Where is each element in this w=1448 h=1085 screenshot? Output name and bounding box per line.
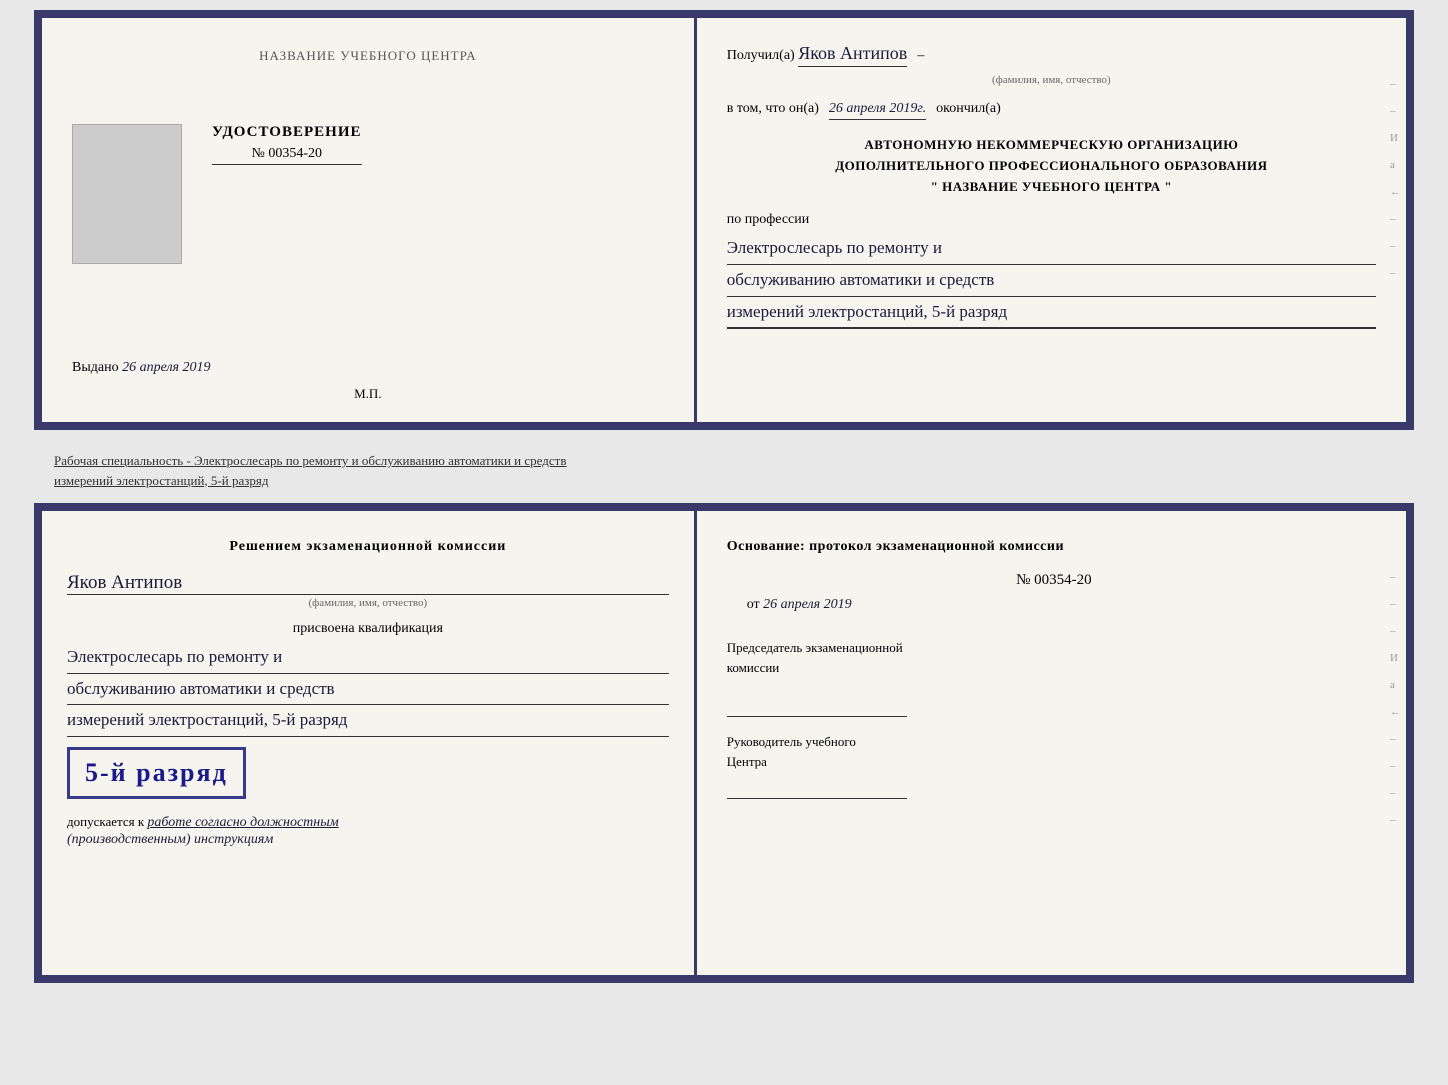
photo-placeholder (72, 124, 182, 264)
bmark6: ← (1390, 706, 1401, 718)
bottom-prof-line1: Электрослесарь по ремонту и (67, 642, 669, 674)
bmark10: – (1390, 814, 1401, 826)
number-label: № 00354-20 (1016, 572, 1092, 588)
bmark7: – (1390, 733, 1401, 745)
predsedatel-line1: Председатель экзаменационной (727, 640, 903, 655)
bmark5: а (1390, 679, 1401, 691)
udostoverenie-number: № 00354-20 (212, 146, 362, 165)
bottom-prof-line2: обслуживанию автоматики и средств (67, 674, 669, 706)
school-name-top: НАЗВАНИЕ УЧЕБНОГО ЦЕНТРА (259, 48, 476, 64)
separator-text2: измерений электростанций, 5-й разряд (54, 473, 268, 488)
prisvoyena-label: присвоена квалификация (67, 621, 669, 637)
mark6: – (1390, 213, 1401, 225)
vtom-label: в том, что он(а) (727, 101, 819, 117)
po-professii-label: по профессии (727, 212, 1376, 228)
udostoverenie-block: УДОСТОВЕРЕНИЕ № 00354-20 (72, 124, 664, 284)
separator-text1: Рабочая специальность - Электрослесарь п… (44, 443, 1424, 498)
profession-block: Электрослесарь по ремонту и обслуживанию… (727, 233, 1376, 329)
bottom-prof-block: Электрослесарь по ремонту и обслуживанию… (67, 642, 669, 737)
mark1: – (1390, 78, 1401, 90)
prof-line3: измерений электростанций, 5-й разряд (727, 297, 1376, 329)
dopuskaetsya-label: допускается к (67, 814, 144, 829)
razryad-badge: 5-й разряд (67, 747, 246, 799)
mark4: а (1390, 159, 1401, 171)
org-line1: АВТОНОМНУЮ НЕКОММЕРЧЕСКУЮ ОРГАНИЗАЦИЮ (727, 135, 1376, 156)
separator-block: Рабочая специальность - Электрослесарь п… (34, 438, 1414, 503)
prof-line1: Электрослесарь по ремонту и (727, 233, 1376, 265)
bottom-fio-sublabel: (фамилия, имя, отчество) (67, 597, 669, 609)
vydano-date: 26 апреля 2019 (122, 360, 210, 375)
dopuskaetsya-text: работе согласно должностным (147, 815, 338, 830)
bmark3: – (1390, 625, 1401, 637)
top-right-page: Получил(а) Яков Антипов – (фамилия, имя,… (697, 18, 1406, 422)
okonchil-label: окончил(а) (936, 101, 1001, 117)
dopuskaetsya-text2: (производственным) инструкциям (67, 832, 273, 847)
fio-sublabel: (фамилия, имя, отчество) (727, 74, 1376, 86)
mark3: И (1390, 132, 1401, 144)
mark8: – (1390, 267, 1401, 279)
vtom-line: в том, что он(а) 26 апреля 2019г. окончи… (727, 101, 1376, 120)
top-left-page: НАЗВАНИЕ УЧЕБНОГО ЦЕНТРА УДОСТОВЕРЕНИЕ №… (42, 18, 697, 422)
fio-value: Яков Антипов (798, 43, 907, 67)
predsedatel-block: Председатель экзаменационной комиссии (727, 638, 1381, 677)
resheniem-title: Решением экзаменационной комиссии (67, 536, 669, 557)
mark2: – (1390, 105, 1401, 117)
poluchil-label: Получил(а) (727, 48, 795, 64)
rukovoditel-signature (727, 779, 907, 799)
bmark9: – (1390, 787, 1401, 799)
bottom-date: 26 апреля 2019 (763, 597, 851, 612)
protocol-number: № 00354-20 (727, 572, 1381, 589)
mp-label: М.П. (354, 386, 381, 402)
bmark4: И (1390, 652, 1401, 664)
predsedatel-line2: комиссии (727, 660, 780, 675)
bottom-right-marks: – – – И а ← – – – – (1390, 571, 1401, 826)
prof-line2: обслуживанию автоматики и средств (727, 265, 1376, 297)
right-side-marks: – – И а ← – – – (1390, 78, 1401, 279)
rukovoditel-line1: Руководитель учебного (727, 734, 856, 749)
vydano-label: Выдано (72, 360, 119, 375)
bottom-right-page: Основание: протокол экзаменационной коми… (697, 511, 1406, 975)
bottom-document: Решением экзаменационной комиссии Яков А… (34, 503, 1414, 983)
ot-label: от (747, 597, 760, 612)
vydano-line: Выдано 26 апреля 2019 (72, 330, 664, 376)
bottom-left-page: Решением экзаменационной комиссии Яков А… (42, 511, 697, 975)
bmark8: – (1390, 760, 1401, 772)
org-line2: ДОПОЛНИТЕЛЬНОГО ПРОФЕССИОНАЛЬНОГО ОБРАЗО… (727, 156, 1376, 177)
osnovanie-title: Основание: протокол экзаменационной коми… (727, 536, 1381, 557)
bottom-prof-line3: измерений электростанций, 5-й разряд (67, 705, 669, 737)
udostoverenie-text: УДОСТОВЕРЕНИЕ № 00354-20 (212, 124, 362, 165)
vtom-date: 26 апреля 2019г. (829, 101, 926, 120)
rukovoditel-block: Руководитель учебного Центра (727, 732, 1381, 771)
ot-date: от 26 апреля 2019 (727, 597, 1381, 613)
bmark2: – (1390, 598, 1401, 610)
rukovoditel-line2: Центра (727, 754, 767, 769)
top-document: НАЗВАНИЕ УЧЕБНОГО ЦЕНТРА УДОСТОВЕРЕНИЕ №… (34, 10, 1414, 430)
mark7: – (1390, 240, 1401, 252)
predsedatel-signature (727, 697, 907, 717)
dopuskaetsya-line: допускается к работе согласно должностны… (67, 814, 669, 848)
bmark1: – (1390, 571, 1401, 583)
bottom-fio: Яков Антипов (67, 572, 669, 595)
poluchil-line: Получил(а) Яков Антипов – (727, 43, 1376, 67)
udostoverenie-title: УДОСТОВЕРЕНИЕ (212, 124, 362, 141)
org-line3: " НАЗВАНИЕ УЧЕБНОГО ЦЕНТРА " (727, 177, 1376, 198)
org-block: АВТОНОМНУЮ НЕКОММЕРЧЕСКУЮ ОРГАНИЗАЦИЮ ДО… (727, 135, 1376, 197)
mark5: ← (1390, 186, 1401, 198)
